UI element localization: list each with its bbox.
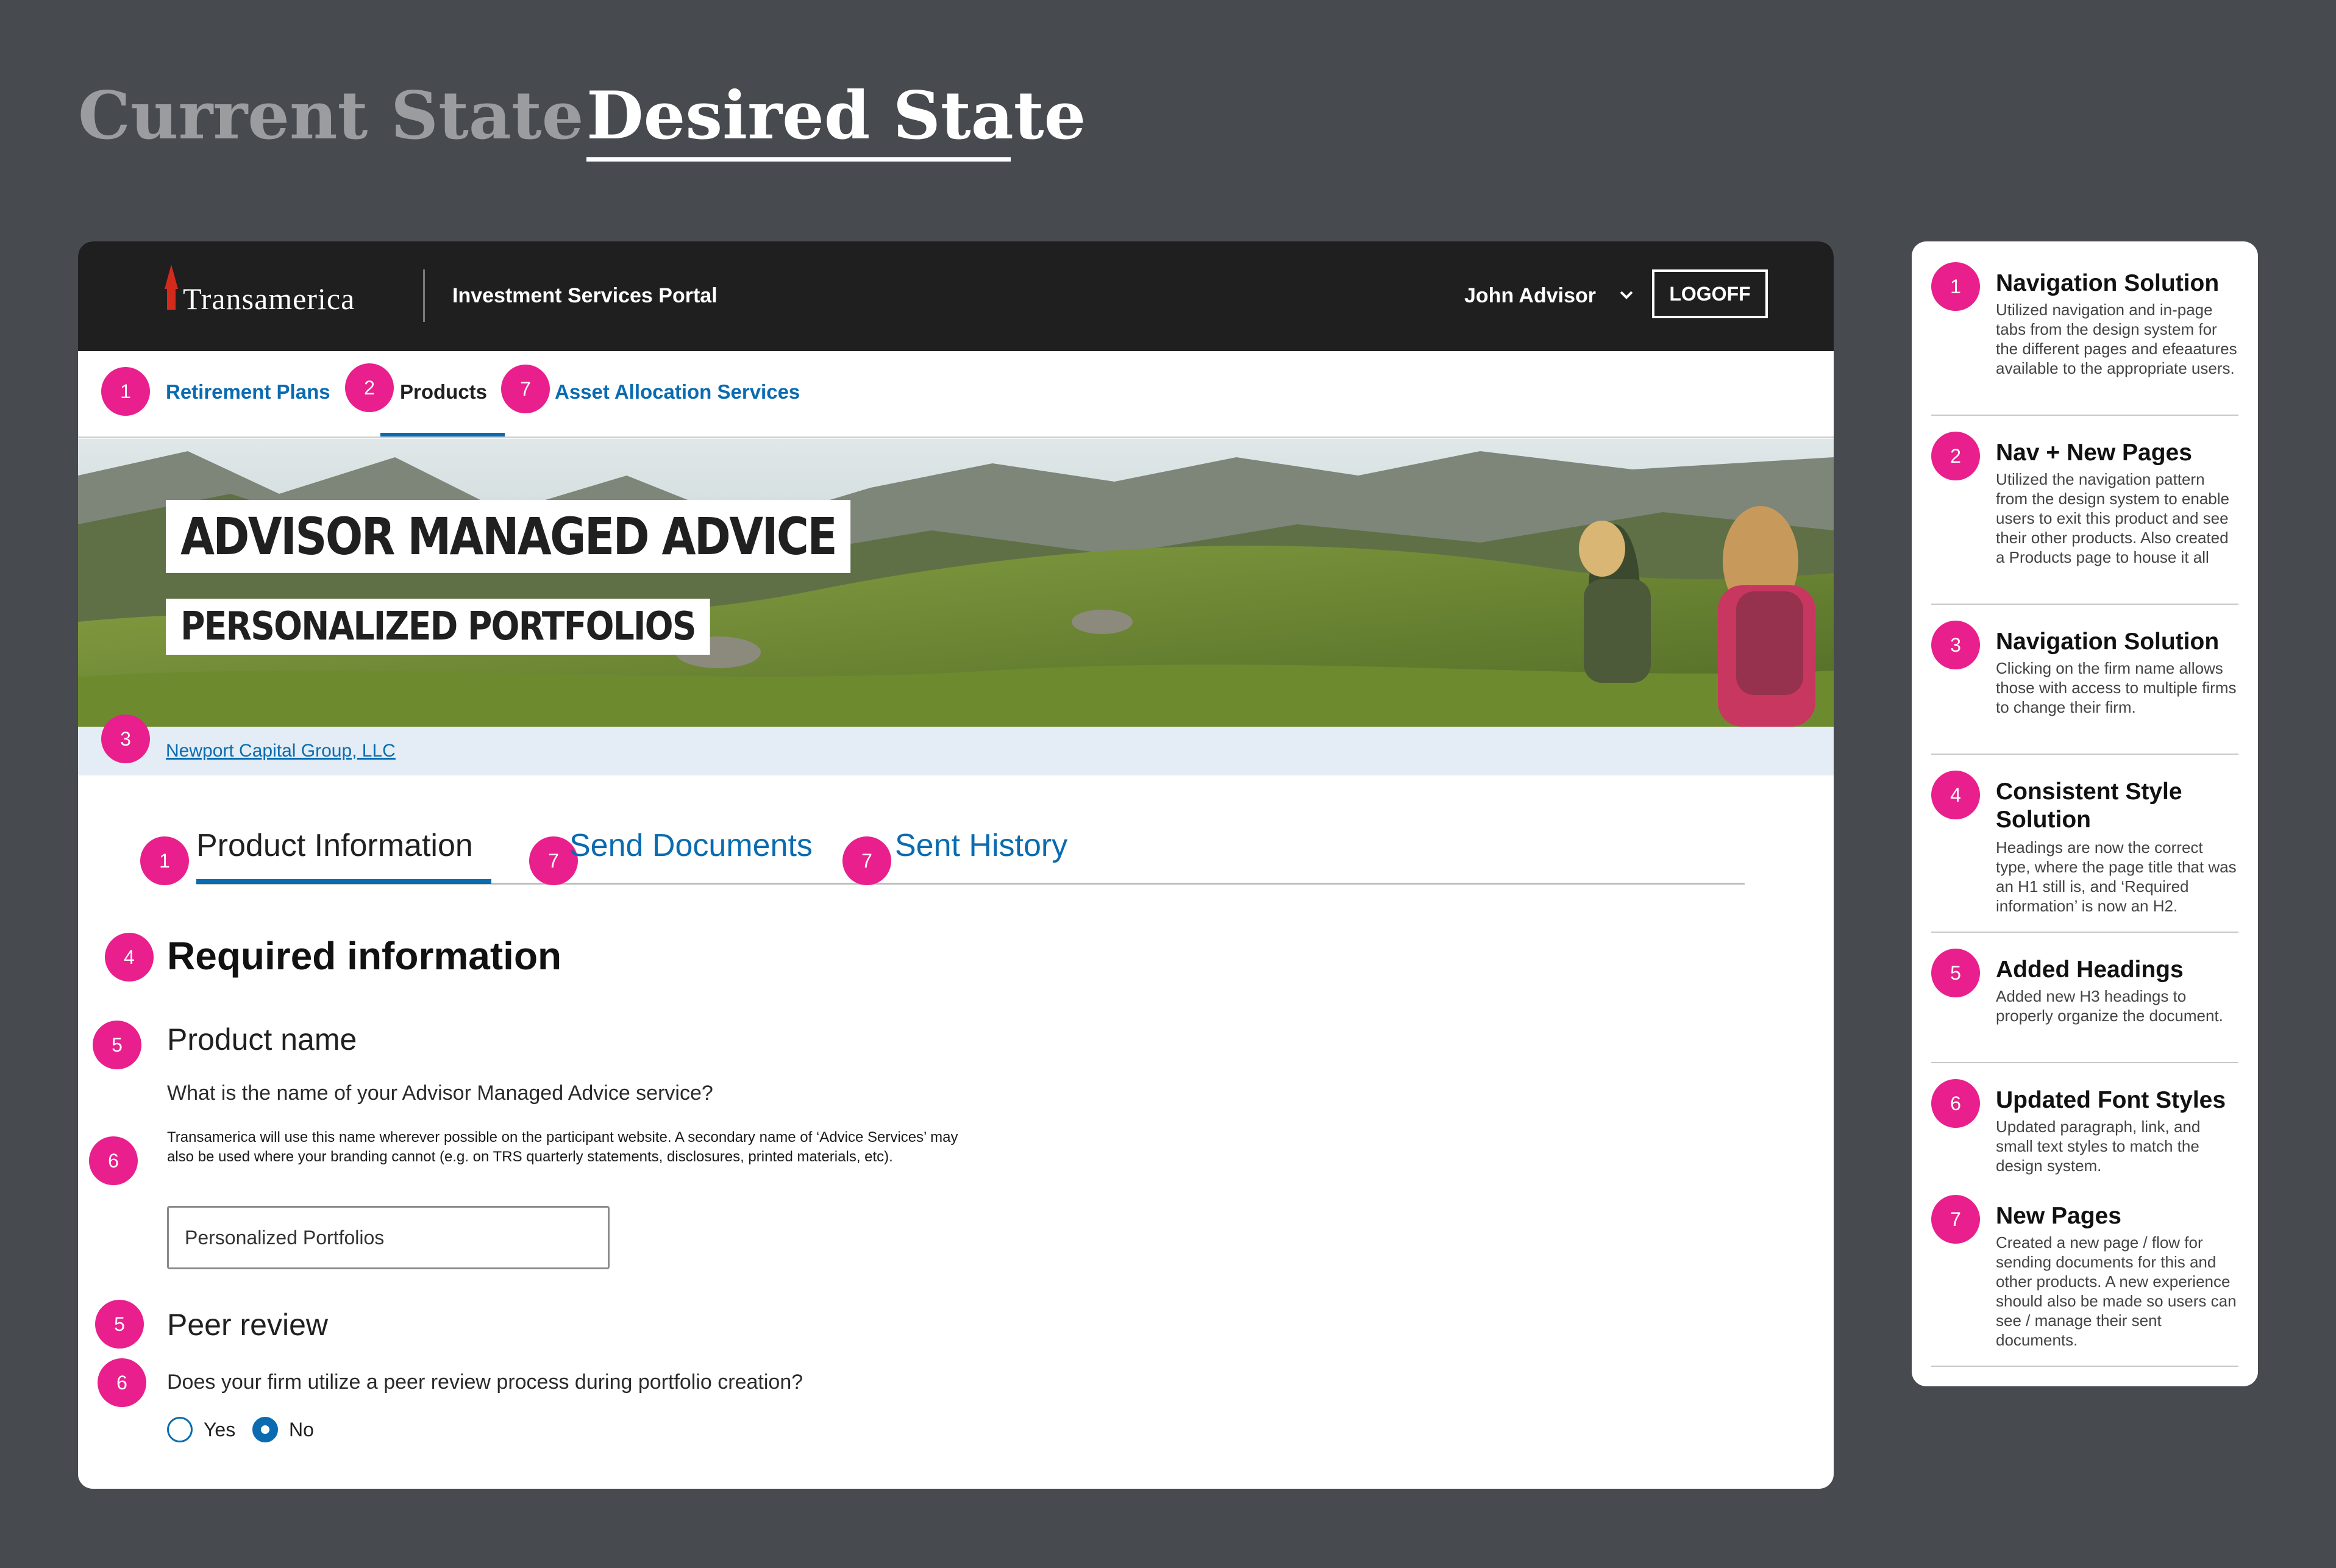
radio-yes-label[interactable]: Yes [204, 1416, 235, 1443]
annotation-badge: 5 [93, 1021, 141, 1069]
annotation-divider [1931, 604, 2238, 605]
annotation-body: Utilized navigation and in-page tabs fro… [1996, 301, 2237, 377]
required-information-heading: Required information [167, 934, 562, 978]
hero-subtitle: PERSONALIZED PORTFOLIOS [166, 599, 710, 655]
tab-desired-state[interactable]: Desired State [586, 73, 1086, 159]
annotation-badge: 6 [98, 1358, 146, 1407]
annotation-body: Headings are now the correct type, where… [1996, 838, 2237, 915]
annotation-body: Updated paragraph, link, and small text … [1996, 1117, 2201, 1175]
annotation-badge: 7 [501, 365, 550, 413]
active-state-underline [586, 157, 1011, 162]
tab-active-underline [196, 879, 491, 884]
annotation-title: Navigation Solution [1996, 270, 2220, 296]
portal-header: Transamerica Investment Services Portal … [78, 241, 1834, 351]
hero-banner: ADVISOR MANAGED ADVICE PERSONALIZED PORT… [78, 439, 1834, 727]
tab-send-documents[interactable]: Send Documents [569, 824, 813, 867]
annotation-badge: 5 [95, 1300, 144, 1349]
annotation-number: 5 [1931, 949, 1980, 997]
annotation-badge: 1 [101, 367, 150, 416]
annotation-body: Created a new page / flow for sending do… [1996, 1233, 2237, 1349]
annotation-badge: 4 [105, 933, 154, 982]
annotation-body: Utilized the navigation pattern from the… [1996, 470, 2229, 566]
product-name-help-text: Transamerica will use this name wherever… [167, 1129, 958, 1165]
annotation-badge: 6 [89, 1136, 138, 1185]
portal-screenshot: Transamerica Investment Services Portal … [78, 241, 1834, 1489]
annotation-number: 1 [1931, 262, 1980, 311]
logo-flame-icon [165, 265, 178, 289]
annotation-badge: 3 [101, 715, 150, 763]
peer-review-heading: Peer review [167, 1308, 328, 1342]
chevron-down-icon[interactable] [1615, 284, 1637, 306]
hero-landscape-image [78, 439, 1834, 727]
annotation-divider [1931, 415, 2238, 416]
annotation-divider [1931, 1062, 2238, 1063]
nav-active-underline [380, 433, 505, 437]
annotation-title: Consistent Style Solution [1996, 779, 2182, 833]
annotation-body: Clicking on the firm name allows those w… [1996, 659, 2237, 716]
annotation-number: 3 [1931, 621, 1980, 669]
annotation-number: 7 [1931, 1195, 1980, 1244]
radio-no-label[interactable]: No [289, 1416, 314, 1443]
product-name-question: What is the name of your Advisor Managed… [167, 1082, 713, 1105]
logo-pyramid-icon [167, 287, 176, 310]
annotation-divider [1931, 932, 2238, 933]
radio-no[interactable] [252, 1417, 278, 1442]
annotation-title: Updated Font Styles [1996, 1087, 2226, 1113]
portal-title: Investment Services Portal [452, 284, 718, 307]
annotation-divider [1931, 754, 2238, 755]
peer-review-question: Does your firm utilize a peer review pro… [167, 1370, 803, 1394]
tab-product-information[interactable]: Product Information [196, 824, 473, 867]
logoff-button[interactable]: LOGOFF [1652, 269, 1768, 318]
hero-title: ADVISOR MANAGED ADVICE [166, 500, 851, 573]
header-divider [423, 269, 425, 322]
product-name-heading: Product name [167, 1022, 357, 1057]
tab-current-state[interactable]: Current State [78, 73, 583, 159]
firm-name-link[interactable]: Newport Capital Group, LLC [166, 739, 396, 763]
annotation-title: Added Headings [1996, 957, 2184, 983]
annotation-panel: 1 Navigation Solution Utilized navigatio… [1912, 241, 2258, 1386]
tab-sent-history[interactable]: Sent History [895, 824, 1067, 867]
annotation-title: New Pages [1996, 1203, 2121, 1229]
annotation-number: 6 [1931, 1079, 1980, 1128]
annotation-badge: 1 [140, 836, 189, 885]
firm-bar: Newport Capital Group, LLC [78, 727, 1834, 775]
annotation-title: Nav + New Pages [1996, 440, 2192, 466]
annotation-badge: 7 [842, 836, 891, 885]
annotation-number: 2 [1931, 432, 1980, 480]
user-menu[interactable]: John Advisor [1464, 282, 1596, 310]
nav-products[interactable]: Products [400, 378, 487, 406]
company-logo[interactable]: Transamerica [183, 280, 355, 317]
radio-yes[interactable] [167, 1417, 193, 1442]
annotation-title: Navigation Solution [1996, 629, 2220, 655]
nav-retirement-plans[interactable]: Retirement Plans [166, 378, 330, 406]
annotation-number: 4 [1931, 771, 1980, 819]
primary-nav: 1 Retirement Plans 2 Products 7 Asset Al… [78, 351, 1834, 438]
annotation-badge: 2 [345, 363, 394, 412]
nav-asset-allocation-services[interactable]: Asset Allocation Services [555, 378, 800, 406]
annotation-divider [1931, 1366, 2238, 1367]
product-name-input[interactable]: Personalized Portfolios [167, 1206, 610, 1269]
annotation-body: Added new H3 headings to properly organi… [1996, 987, 2223, 1025]
